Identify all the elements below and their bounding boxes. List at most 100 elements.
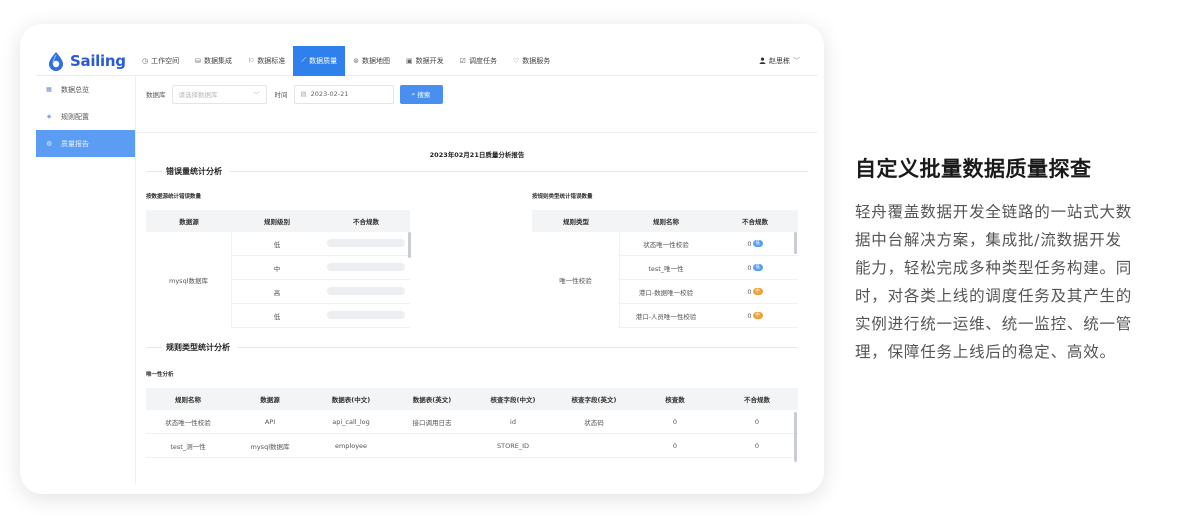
table-row: 低 <box>232 232 410 256</box>
service-icon: ♡ <box>512 56 520 65</box>
user-name: 赵思栋 <box>769 57 790 65</box>
uniqueness-analysis-table: 规则名称 数据源 数据表(中文) 数据表(英文) 核查字段(中文) 核查字段(英… <box>146 388 798 458</box>
sidebar-item-label: 数据总览 <box>61 85 89 94</box>
sidebar-item-report[interactable]: ◍ 质量报告 <box>36 130 135 157</box>
count-value: 0 <box>747 311 752 320</box>
rule-name-cell: test_唯一性 <box>648 264 684 273</box>
section-line <box>146 347 162 348</box>
code-icon: ▣ <box>406 56 413 65</box>
section-line <box>238 347 798 348</box>
cell: 0 <box>672 441 678 450</box>
merged-source-cell: mysql数据库 <box>146 232 232 328</box>
table-row: 中 <box>232 256 410 280</box>
column-header: 核查字段(英文) <box>571 396 617 404</box>
search-button[interactable]: ⌕ 搜索 <box>399 84 443 104</box>
level-badge: 中 <box>752 312 763 319</box>
cell: test_测一性 <box>170 442 206 451</box>
nav-label: 数据开发 <box>415 56 444 65</box>
time-label: 时间 <box>274 91 288 99</box>
database-select[interactable]: 请选择数据库 ﹀ <box>171 84 267 104</box>
section-title: 规则类型统计分析 <box>166 343 230 352</box>
rule-type-error-table: 规则类型 规则名称 不合规数 唯一性校验 状态唯一性校验 0 低 test_唯一性 0… <box>532 210 798 328</box>
user-menu[interactable]: 赵思栋 ﹀ <box>759 46 800 76</box>
sidebar-item-label: 规则配置 <box>61 112 89 121</box>
cell: api_call_log <box>332 417 370 426</box>
column-header: 数据表(中文) <box>331 396 371 404</box>
rule-name-cell: 状态唯一性校验 <box>643 240 689 249</box>
database-select-placeholder: 请选择数据库 <box>178 91 218 99</box>
nav-data-map[interactable]: ⊚ 数据地图 <box>345 46 398 76</box>
value-pill <box>327 262 405 271</box>
nav-workspace[interactable]: ◷ 工作空间 <box>134 46 187 76</box>
value-pill <box>327 310 405 319</box>
table-body: mysql数据库 低 中 高 低 <box>146 232 410 328</box>
cell: 接口调用日志 <box>412 418 452 427</box>
database-icon: ⛁ <box>195 56 201 65</box>
nav-schedule[interactable]: ☑ 调度任务 <box>452 46 505 76</box>
brand-logo[interactable]: Sailing <box>36 46 132 76</box>
checklist-icon: ☑ <box>459 56 466 65</box>
nav-data-quality[interactable]: ⟋ 数据质量 <box>293 45 346 76</box>
cell: employee <box>334 441 368 450</box>
rule-name-cell: 港口-人员唯一性校验 <box>635 312 697 321</box>
nav-data-integration[interactable]: ⛁ 数据集成 <box>187 46 240 76</box>
top-navbar: Sailing ◷ 工作空间 ⛁ 数据集成 ⚐ 数据标准 ⟋ 数据质量 ⊚ 数据地图 ▣ 数… <box>36 45 818 76</box>
cell: API <box>264 417 276 426</box>
left-table-scrollbar[interactable] <box>408 232 411 258</box>
count-cell <box>322 238 410 249</box>
section-line <box>146 171 162 172</box>
table-row: 港口-数据唯一校验 0 中 <box>620 280 798 304</box>
sidebar-item-overview[interactable]: ▦ 数据总览 <box>36 76 135 103</box>
db-label: 数据库 <box>146 91 166 99</box>
left-subtitle: 按数据源统计错误数量 <box>146 194 202 200</box>
promo-line: 能力，轻松完成多种类型任务构建。同 <box>855 259 1133 277</box>
column-header: 不合规数 <box>744 396 770 404</box>
count-value: 0 <box>747 287 752 296</box>
cell: 状态码 <box>584 418 604 427</box>
sidebar-item-rules[interactable]: ◈ 规则配置 <box>36 103 135 130</box>
bottom-subtitle: 唯一性分析 <box>146 372 174 378</box>
shield-icon: ◈ <box>46 113 52 120</box>
section-title: 错误量统计分析 <box>166 167 222 176</box>
table-row: 低 <box>232 304 410 328</box>
main-nav: ◷ 工作空间 ⛁ 数据集成 ⚐ 数据标准 ⟋ 数据质量 ⊚ 数据地图 ▣ 数据开发 ☑ 调度任… <box>134 45 558 76</box>
cell: STORE_ID <box>496 441 529 450</box>
clock-icon: ◷ <box>142 56 149 65</box>
count-cell: 0中 <box>712 288 798 296</box>
level-cell: 高 <box>273 288 281 297</box>
cell: 状态唯一性校验 <box>165 418 211 427</box>
table-header: 规则类型 规则名称 不合规数 <box>532 210 798 232</box>
merged-type-cell: 唯一性校验 <box>532 232 620 328</box>
date-picker[interactable]: ▤ 2023-02-21 <box>293 84 394 104</box>
column-header: 不合规数 <box>742 218 768 226</box>
value-pill <box>327 238 405 247</box>
level-badge: 中 <box>752 288 763 295</box>
section-error-stats: 错误量统计分析 <box>146 166 808 177</box>
table-row: test_测一性 mysql数据库 employee STORE_ID 0 0 <box>146 434 798 458</box>
bottom-table-scrollbar[interactable] <box>794 412 797 462</box>
search-button-label: 搜索 <box>417 91 431 99</box>
filter-bar: 数据库 请选择数据库 ﹀ 时间 ▤ 2023-02-21 ⌕ 搜索 <box>146 84 443 104</box>
brand-name: Sailing <box>70 51 126 70</box>
cell: 0 <box>754 417 760 426</box>
nav-data-dev[interactable]: ▣ 数据开发 <box>398 46 452 76</box>
nav-data-standard[interactable]: ⚐ 数据标准 <box>240 46 293 76</box>
right-subtitle: 按规则类型统计错误数量 <box>532 194 593 200</box>
column-header: 数据源 <box>260 396 280 404</box>
value-pill <box>327 286 405 295</box>
nav-label: 数据质量 <box>309 56 338 65</box>
promo-description: 轻舟覆盖数据开发全链路的一站式大数 据中台解决方案，集成批/流数据开发 能力，轻… <box>855 198 1175 366</box>
chevron-down-icon: ﹀ <box>793 57 800 65</box>
right-table-scrollbar[interactable] <box>794 232 797 254</box>
table-row: 高 <box>232 280 410 304</box>
report-icon: ◍ <box>46 140 52 147</box>
column-header: 规则级别 <box>264 218 290 226</box>
nav-label: 调度任务 <box>468 56 497 65</box>
section-line <box>230 171 808 172</box>
nav-data-service[interactable]: ♡ 数据服务 <box>505 46 558 76</box>
nav-label: 工作空间 <box>151 56 180 65</box>
nav-label: 数据地图 <box>362 56 391 65</box>
bar-chart-icon: ▦ <box>46 86 52 93</box>
date-value: 2023-02-21 <box>310 90 349 98</box>
level-rows: 低 中 高 低 <box>232 232 410 328</box>
